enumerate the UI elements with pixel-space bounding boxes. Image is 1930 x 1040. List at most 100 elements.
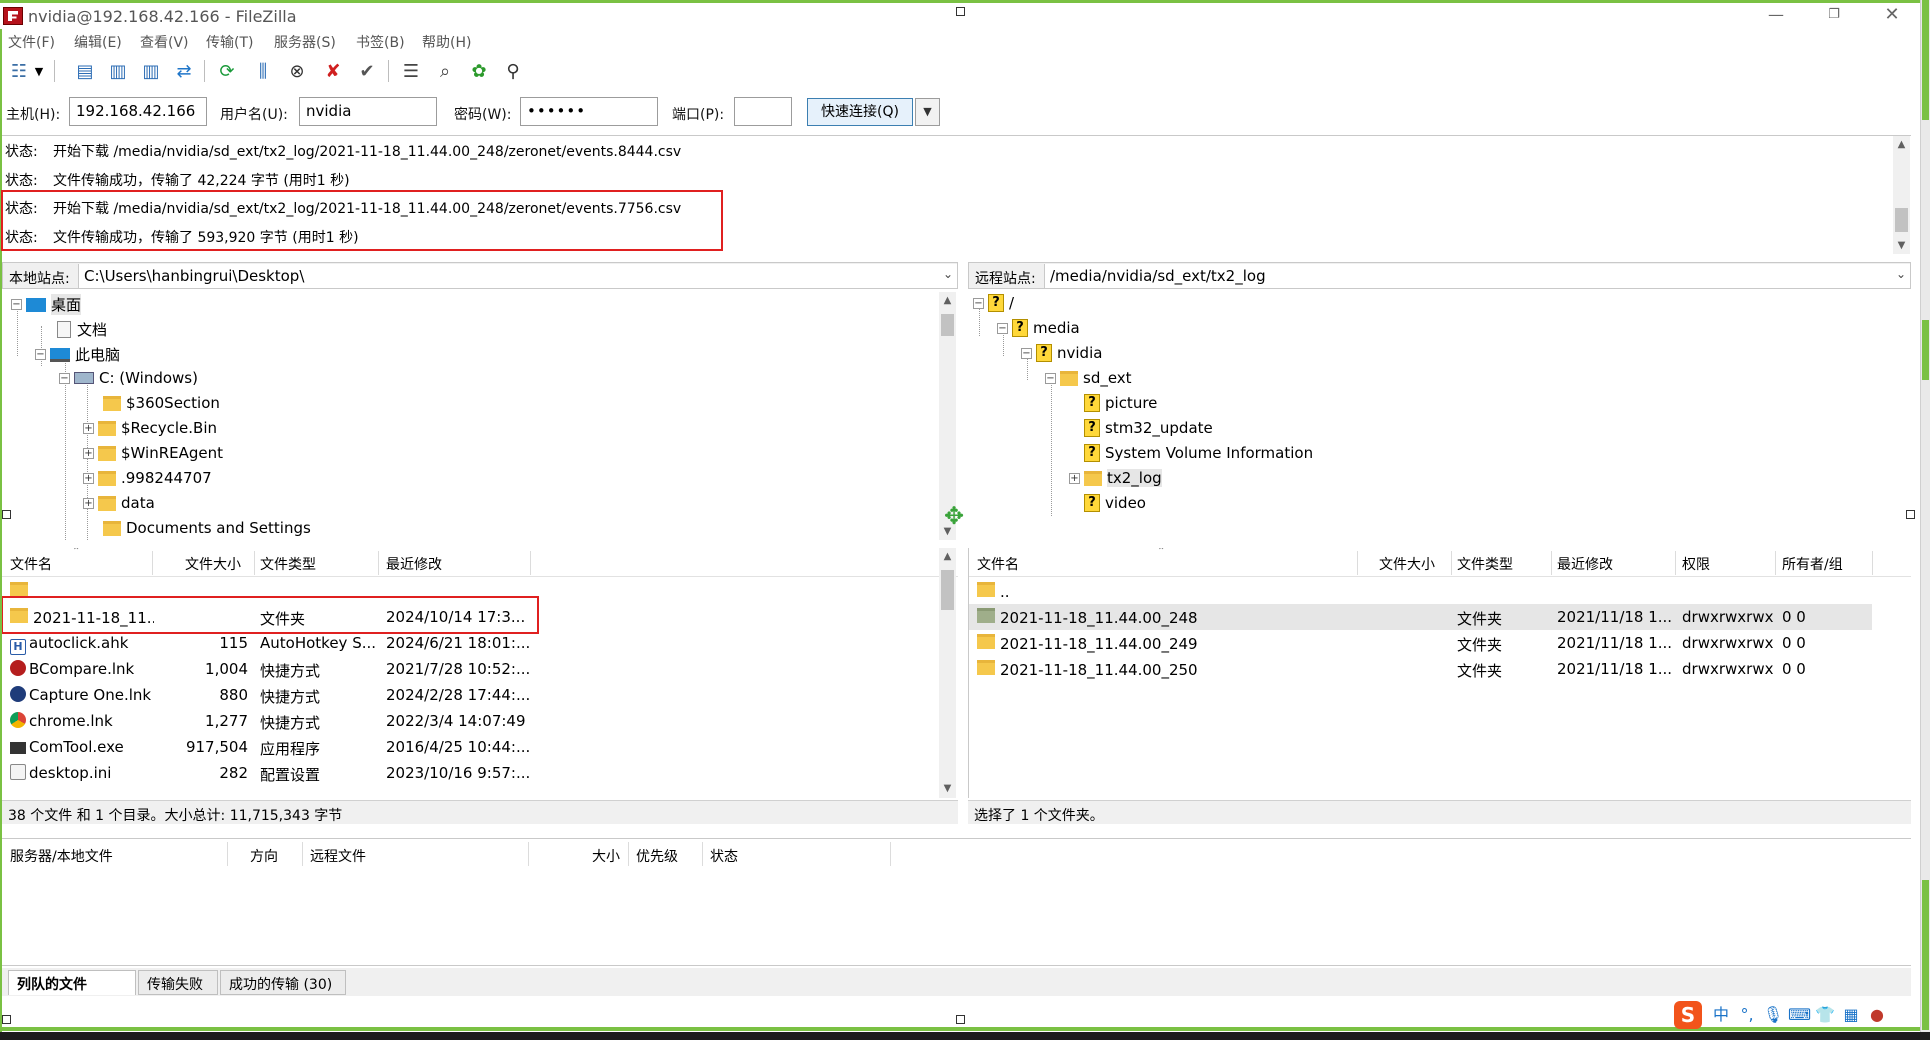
menu-file[interactable]: 文件(F): [8, 32, 55, 52]
column-header-modified[interactable]: 最近修改: [1557, 554, 1613, 574]
sogou-input-icon[interactable]: S: [1674, 1001, 1702, 1029]
tree-node-stm32-update[interactable]: ? stm32_update: [1084, 419, 1213, 437]
tree-node-folder[interactable]: + data: [83, 494, 155, 512]
tree-node-documents[interactable]: 文档: [57, 319, 107, 340]
column-header-filesize[interactable]: 文件大小: [185, 554, 241, 574]
tree-node-picture[interactable]: ? picture: [1084, 394, 1157, 412]
local-path-dropdown-icon[interactable]: ⌄: [943, 267, 953, 281]
tree-node-folder[interactable]: + $WinREAgent: [83, 444, 223, 462]
queue-column-priority[interactable]: 优先级: [636, 846, 678, 866]
cancel-icon[interactable]: ⊗: [284, 59, 310, 83]
toggle-local-tree-icon[interactable]: ▥: [105, 59, 131, 83]
tree-node-sd-ext[interactable]: − sd_ext: [1045, 369, 1132, 387]
table-row[interactable]: BCompare.lnk 1,004 快捷方式 2021/7/28 10:52:…: [2, 656, 958, 682]
username-input[interactable]: nvidia: [299, 97, 437, 126]
resize-handle[interactable]: [1906, 510, 1915, 519]
column-header-owner[interactable]: 所有者/组: [1782, 554, 1843, 574]
remote-path-dropdown-icon[interactable]: ⌄: [1896, 267, 1906, 281]
tree-node-folder[interactable]: + .998244707: [83, 469, 212, 487]
queue-column-remote-file[interactable]: 远程文件: [310, 846, 366, 866]
site-manager-icon[interactable]: ☷: [6, 59, 32, 83]
remote-path-input[interactable]: /media/nvidia/sd_ext/tx2_log: [1044, 264, 1910, 288]
ime-mode-label[interactable]: 中: [1710, 1004, 1732, 1026]
tree-node-folder[interactable]: $360Section: [103, 394, 220, 412]
search-icon[interactable]: ⚲: [500, 59, 526, 83]
local-directory-tree[interactable]: − 桌面 文档 − 此电脑 − C: (Windows) $360Section + $…: [2, 292, 958, 540]
resize-handle[interactable]: [956, 7, 965, 16]
table-row[interactable]: 2021-11-18_11.44.00_250 文件夹 2021/11/18 1…: [969, 656, 1911, 682]
skin-icon[interactable]: 👕: [1814, 1004, 1836, 1026]
close-button[interactable]: ✕: [1878, 5, 1906, 25]
resize-handle[interactable]: [2, 1015, 11, 1024]
tree-node-nvidia[interactable]: −? nvidia: [1021, 344, 1102, 362]
tree-node-system-volume-information[interactable]: ? System Volume Information: [1084, 444, 1313, 462]
tree-node-folder[interactable]: Documents and Settings: [103, 519, 311, 537]
column-header-filename[interactable]: 文件名: [10, 554, 52, 574]
queue-column-status[interactable]: 状态: [710, 846, 738, 866]
toggle-remote-tree-icon[interactable]: ▥: [138, 59, 164, 83]
minimize-button[interactable]: —: [1762, 5, 1790, 25]
tab-failed-transfers[interactable]: 传输失败: [138, 970, 218, 995]
table-row-selected[interactable]: 2021-11-18_11.44.00_248 文件夹 2021/11/18 1…: [969, 604, 1872, 630]
tree-node-this-pc[interactable]: − 此电脑: [35, 344, 120, 365]
menu-transfer[interactable]: 传输(T): [206, 32, 253, 52]
reconnect-icon[interactable]: ✔: [354, 59, 380, 83]
port-input[interactable]: [734, 97, 792, 126]
table-row[interactable]: Capture One.lnk 880 快捷方式 2024/2/28 17:44…: [2, 682, 958, 708]
keyboard-icon[interactable]: ⌨: [1788, 1004, 1811, 1026]
compare-icon[interactable]: ⌕: [432, 59, 458, 83]
menu-server[interactable]: 服务器(S): [274, 32, 336, 52]
host-input[interactable]: 192.168.42.166: [69, 97, 207, 126]
table-row[interactable]: ..: [969, 578, 1911, 604]
local-path-input[interactable]: C:\Users\hanbingrui\Desktop\: [78, 264, 957, 288]
tree-node-media[interactable]: −? media: [997, 319, 1080, 337]
column-header-modified[interactable]: 最近修改: [386, 554, 442, 574]
tab-successful-transfers[interactable]: 成功的传输 (30): [220, 970, 346, 995]
menu-bookmarks[interactable]: 书签(B): [356, 32, 405, 52]
table-row[interactable]: 2021-11-18_11.44.00_249 文件夹 2021/11/18 1…: [969, 630, 1911, 656]
tree-node-desktop[interactable]: − 桌面: [11, 294, 82, 315]
toggle-queue-icon[interactable]: ⇄: [171, 59, 197, 83]
resize-handle[interactable]: [956, 1015, 965, 1024]
tree-node-root[interactable]: −? /: [973, 294, 1014, 312]
resize-handle[interactable]: [2, 510, 11, 519]
tree-node-c-drive[interactable]: − C: (Windows): [59, 369, 198, 387]
tree-node-folder[interactable]: + $Recycle.Bin: [83, 419, 217, 437]
directory-listing-filter-icon[interactable]: ☰: [398, 59, 424, 83]
local-file-list[interactable]: 文件名 ⌃ 文件大小 文件类型 最近修改 2021-11-18_11... 文件…: [2, 548, 958, 798]
password-input[interactable]: ••••••: [520, 97, 658, 126]
column-header-filename[interactable]: 文件名: [977, 554, 1019, 574]
tree-node-tx2-log[interactable]: + tx2_log: [1069, 469, 1162, 487]
table-row[interactable]: ComTool.exe 917,504 应用程序 2016/4/25 10:44…: [2, 734, 958, 760]
refresh-icon[interactable]: ⟳: [214, 59, 240, 83]
queue-column-direction[interactable]: 方向: [250, 846, 278, 866]
log-scrollbar[interactable]: ▲ ▼: [1893, 136, 1910, 254]
quickconnect-dropdown-icon[interactable]: ▼: [915, 98, 940, 126]
local-file-list-scrollbar[interactable]: ▲ ▼: [939, 548, 956, 798]
microphone-icon[interactable]: 🎙: [1762, 1004, 1784, 1026]
menu-help[interactable]: 帮助(H): [422, 32, 471, 52]
user-icon[interactable]: ●: [1866, 1004, 1888, 1026]
tree-node-video[interactable]: ? video: [1084, 494, 1146, 512]
menu-view[interactable]: 查看(V): [140, 32, 189, 52]
menu-edit[interactable]: 编辑(E): [74, 32, 122, 52]
queue-column-server-local[interactable]: 服务器/本地文件: [10, 846, 113, 866]
tab-queued-files[interactable]: 列队的文件: [8, 970, 136, 995]
remote-file-list[interactable]: 文件名 ⌃ 文件大小 文件类型 最近修改 权限 所有者/组 .. 2021-11…: [968, 548, 1911, 798]
filter-icon[interactable]: ⫼: [250, 59, 276, 83]
toolbox-icon[interactable]: ▦: [1840, 1004, 1862, 1026]
column-header-filetype[interactable]: 文件类型: [1457, 554, 1513, 574]
restore-button[interactable]: ❐: [1820, 5, 1848, 25]
splitter-move-icon[interactable]: ✥: [944, 502, 964, 530]
remote-directory-tree[interactable]: −? / −? media −? nvidia − sd_ext ? picture ? s…: [968, 292, 1911, 540]
table-row[interactable]: desktop.ini 282 配置设置 2023/10/16 9:57:...: [2, 760, 958, 786]
disconnect-icon[interactable]: ✘: [320, 59, 346, 83]
column-header-filetype[interactable]: 文件类型: [260, 554, 316, 574]
column-header-filesize[interactable]: 文件大小: [1379, 554, 1435, 574]
punctuation-icon[interactable]: °,: [1736, 1004, 1758, 1026]
toggle-log-icon[interactable]: ▤: [72, 59, 98, 83]
queue-column-size[interactable]: 大小: [592, 846, 620, 866]
column-header-permissions[interactable]: 权限: [1682, 554, 1710, 574]
table-row[interactable]: chrome.lnk 1,277 快捷方式 2022/3/4 14:07:49: [2, 708, 958, 734]
site-manager-dropdown-icon[interactable]: ▼: [32, 59, 46, 83]
